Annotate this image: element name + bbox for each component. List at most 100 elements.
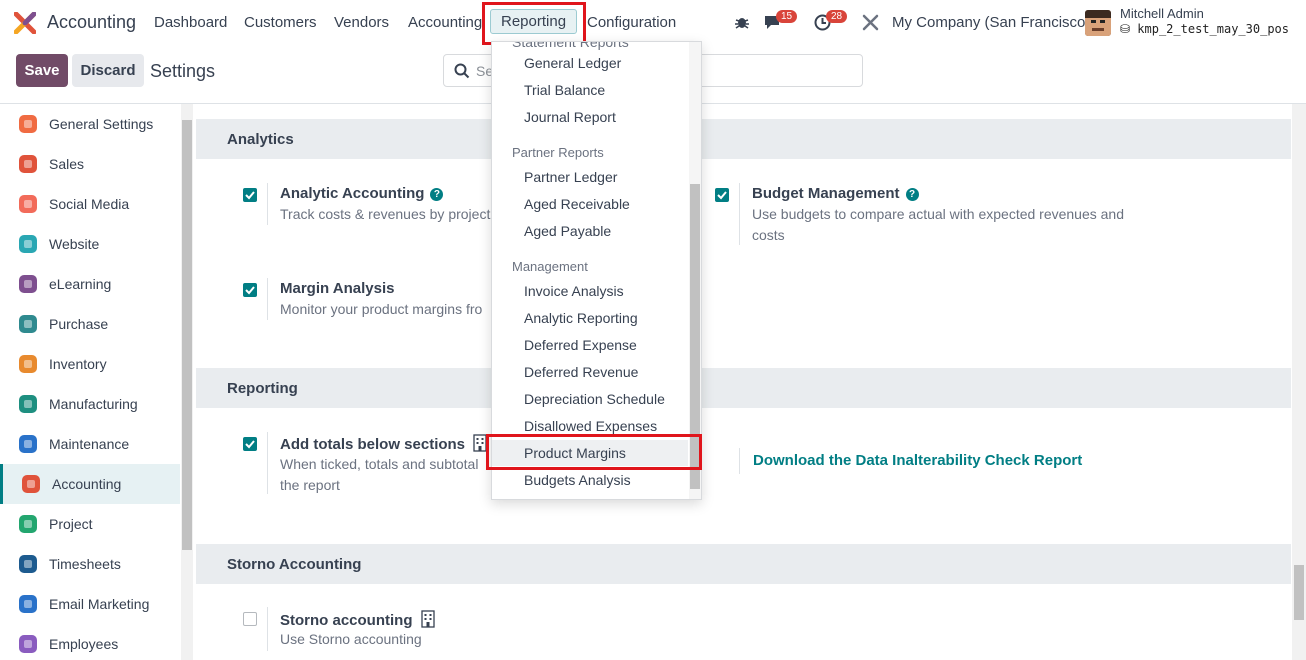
budget-management-desc-1: Use budgets to compare actual with expec… bbox=[752, 206, 1125, 222]
database-name: ⛁ kmp_2_test_may_30_pos bbox=[1120, 22, 1289, 36]
menu-deferred-revenue[interactable]: Deferred Revenue bbox=[492, 359, 688, 385]
menu-analytic-reporting[interactable]: Analytic Reporting bbox=[492, 305, 688, 331]
checkmark-icon bbox=[717, 191, 727, 200]
sidebar-item-label: Sales bbox=[49, 156, 85, 172]
menu-dashboard[interactable]: Dashboard bbox=[154, 14, 227, 31]
sidebar-item-label: Email Marketing bbox=[49, 596, 150, 612]
setting-divider bbox=[267, 432, 268, 494]
menu-aged-receivable[interactable]: Aged Receivable bbox=[492, 191, 688, 217]
sidebar-item-email-marketing[interactable]: Email Marketing bbox=[0, 584, 180, 624]
website-icon bbox=[19, 235, 37, 253]
budget-management-checkbox[interactable] bbox=[715, 188, 729, 202]
sidebar-scrollbar-thumb[interactable] bbox=[182, 120, 192, 550]
sidebar-item-social-media[interactable]: Social Media bbox=[0, 184, 180, 224]
menu-product-margins[interactable]: Product Margins bbox=[492, 440, 688, 466]
menu-deferred-expense[interactable]: Deferred Expense bbox=[492, 332, 688, 358]
accounting-app-icon[interactable] bbox=[14, 12, 36, 34]
top-navbar: Accounting Dashboard Customers Vendors A… bbox=[0, 0, 1306, 46]
search-icon bbox=[454, 63, 470, 79]
accounting-icon bbox=[22, 475, 40, 493]
company-building-icon bbox=[473, 434, 487, 452]
analytic-accounting-title: Analytic Accounting? bbox=[280, 185, 444, 202]
menu-configuration[interactable]: Configuration bbox=[587, 14, 676, 31]
menu-trial-balance[interactable]: Trial Balance bbox=[492, 77, 688, 103]
discard-button[interactable]: Discard bbox=[72, 54, 144, 87]
sidebar-item-label: Website bbox=[49, 236, 100, 252]
project-icon bbox=[19, 515, 37, 533]
sidebar-item-label: Purchase bbox=[49, 316, 109, 332]
sidebar-item-accounting[interactable]: Accounting bbox=[0, 464, 180, 504]
analytics-section-title: Analytics bbox=[227, 131, 294, 148]
manufacturing-icon bbox=[19, 395, 37, 413]
setting-divider bbox=[267, 278, 268, 320]
margin-analysis-checkbox[interactable] bbox=[243, 283, 257, 297]
add-totals-desc-2: the report bbox=[280, 477, 340, 493]
sidebar-item-purchase[interactable]: Purchase bbox=[0, 304, 180, 344]
menu-customers[interactable]: Customers bbox=[244, 14, 317, 31]
sidebar-item-label: Accounting bbox=[52, 476, 122, 492]
setting-divider bbox=[739, 183, 740, 245]
add-totals-desc-1: When ticked, totals and subtotal bbox=[280, 456, 479, 472]
main-scrollbar-thumb[interactable] bbox=[1294, 565, 1304, 620]
margin-analysis-desc: Monitor your product margins fro bbox=[280, 301, 483, 317]
breadcrumb: Settings bbox=[150, 61, 216, 81]
setting-divider bbox=[267, 183, 268, 225]
analytic-accounting-checkbox[interactable] bbox=[243, 188, 257, 202]
menu-invoice-analysis[interactable]: Invoice Analysis bbox=[492, 278, 688, 304]
user-avatar[interactable] bbox=[1085, 10, 1111, 36]
employees-icon bbox=[19, 635, 37, 653]
menu-depreciation-schedule[interactable]: Depreciation Schedule bbox=[492, 386, 688, 412]
company-building-icon bbox=[421, 610, 435, 628]
bug-icon[interactable] bbox=[734, 14, 750, 30]
user-name[interactable]: Mitchell Admin bbox=[1120, 6, 1204, 21]
analytics-section-header: Analytics bbox=[196, 119, 1291, 159]
app-name[interactable]: Accounting bbox=[47, 12, 136, 33]
tools-icon[interactable] bbox=[862, 14, 879, 31]
menu-partner-ledger[interactable]: Partner Ledger bbox=[492, 164, 688, 190]
sidebar-item-project[interactable]: Project bbox=[0, 504, 180, 544]
margin-analysis-title: Margin Analysis bbox=[280, 280, 395, 297]
menu-vendors[interactable]: Vendors bbox=[334, 14, 389, 31]
add-totals-checkbox[interactable] bbox=[243, 437, 257, 451]
download-inalterability-report-link[interactable]: Download the Data Inalterability Check R… bbox=[753, 452, 1082, 469]
purchase-icon bbox=[19, 315, 37, 333]
storno-section-title: Storno Accounting bbox=[227, 556, 362, 573]
help-icon[interactable]: ? bbox=[430, 188, 444, 201]
sidebar-item-general-settings[interactable]: General Settings bbox=[0, 104, 180, 144]
menu-general-ledger[interactable]: General Ledger bbox=[492, 50, 688, 76]
menu-accounting[interactable]: Accounting bbox=[408, 14, 482, 31]
storno-accounting-checkbox[interactable] bbox=[243, 612, 257, 626]
sidebar-item-timesheets[interactable]: Timesheets bbox=[0, 544, 180, 584]
sidebar-item-elearning[interactable]: eLearning bbox=[0, 264, 180, 304]
menu-reporting[interactable]: Reporting bbox=[490, 9, 578, 34]
dropdown-scrollbar-thumb[interactable] bbox=[690, 184, 700, 489]
sidebar-item-inventory[interactable]: Inventory bbox=[0, 344, 180, 384]
company-switcher[interactable]: My Company (San Francisco) bbox=[892, 14, 1090, 31]
checkmark-icon bbox=[245, 286, 255, 295]
reporting-section-title: Reporting bbox=[227, 380, 298, 397]
settings-sidebar: General Settings Sales Social Media Website… bbox=[0, 104, 180, 660]
menu-budgets-analysis[interactable]: Budgets Analysis bbox=[492, 467, 688, 493]
sidebar-item-maintenance[interactable]: Maintenance bbox=[0, 424, 180, 464]
sidebar-item-employees[interactable]: Employees bbox=[0, 624, 180, 660]
sidebar-item-label: Manufacturing bbox=[49, 396, 138, 412]
reporting-section-header: Reporting bbox=[196, 368, 1291, 408]
analytic-accounting-desc: Track costs & revenues by project bbox=[280, 206, 491, 222]
sidebar-item-label: Social Media bbox=[49, 196, 130, 212]
storno-accounting-title: Storno accounting bbox=[280, 610, 435, 629]
save-button[interactable]: Save bbox=[16, 54, 68, 87]
help-icon[interactable]: ? bbox=[905, 188, 919, 201]
sidebar-item-manufacturing[interactable]: Manufacturing bbox=[0, 384, 180, 424]
social-media-icon bbox=[19, 195, 37, 213]
dropdown-header-management: Management bbox=[512, 259, 588, 274]
elearning-icon bbox=[19, 275, 37, 293]
storno-accounting-desc: Use Storno accounting bbox=[280, 631, 422, 647]
menu-journal-report[interactable]: Journal Report bbox=[492, 104, 688, 130]
setting-divider bbox=[739, 448, 740, 474]
menu-aged-payable[interactable]: Aged Payable bbox=[492, 218, 688, 244]
sidebar-item-website[interactable]: Website bbox=[0, 224, 180, 264]
sidebar-item-sales[interactable]: Sales bbox=[0, 144, 180, 184]
reporting-dropdown-menu: Statement Reports General Ledger Trial B… bbox=[491, 41, 702, 500]
menu-disallowed-expenses[interactable]: Disallowed Expenses bbox=[492, 413, 688, 439]
sidebar-item-label: Employees bbox=[49, 636, 119, 652]
